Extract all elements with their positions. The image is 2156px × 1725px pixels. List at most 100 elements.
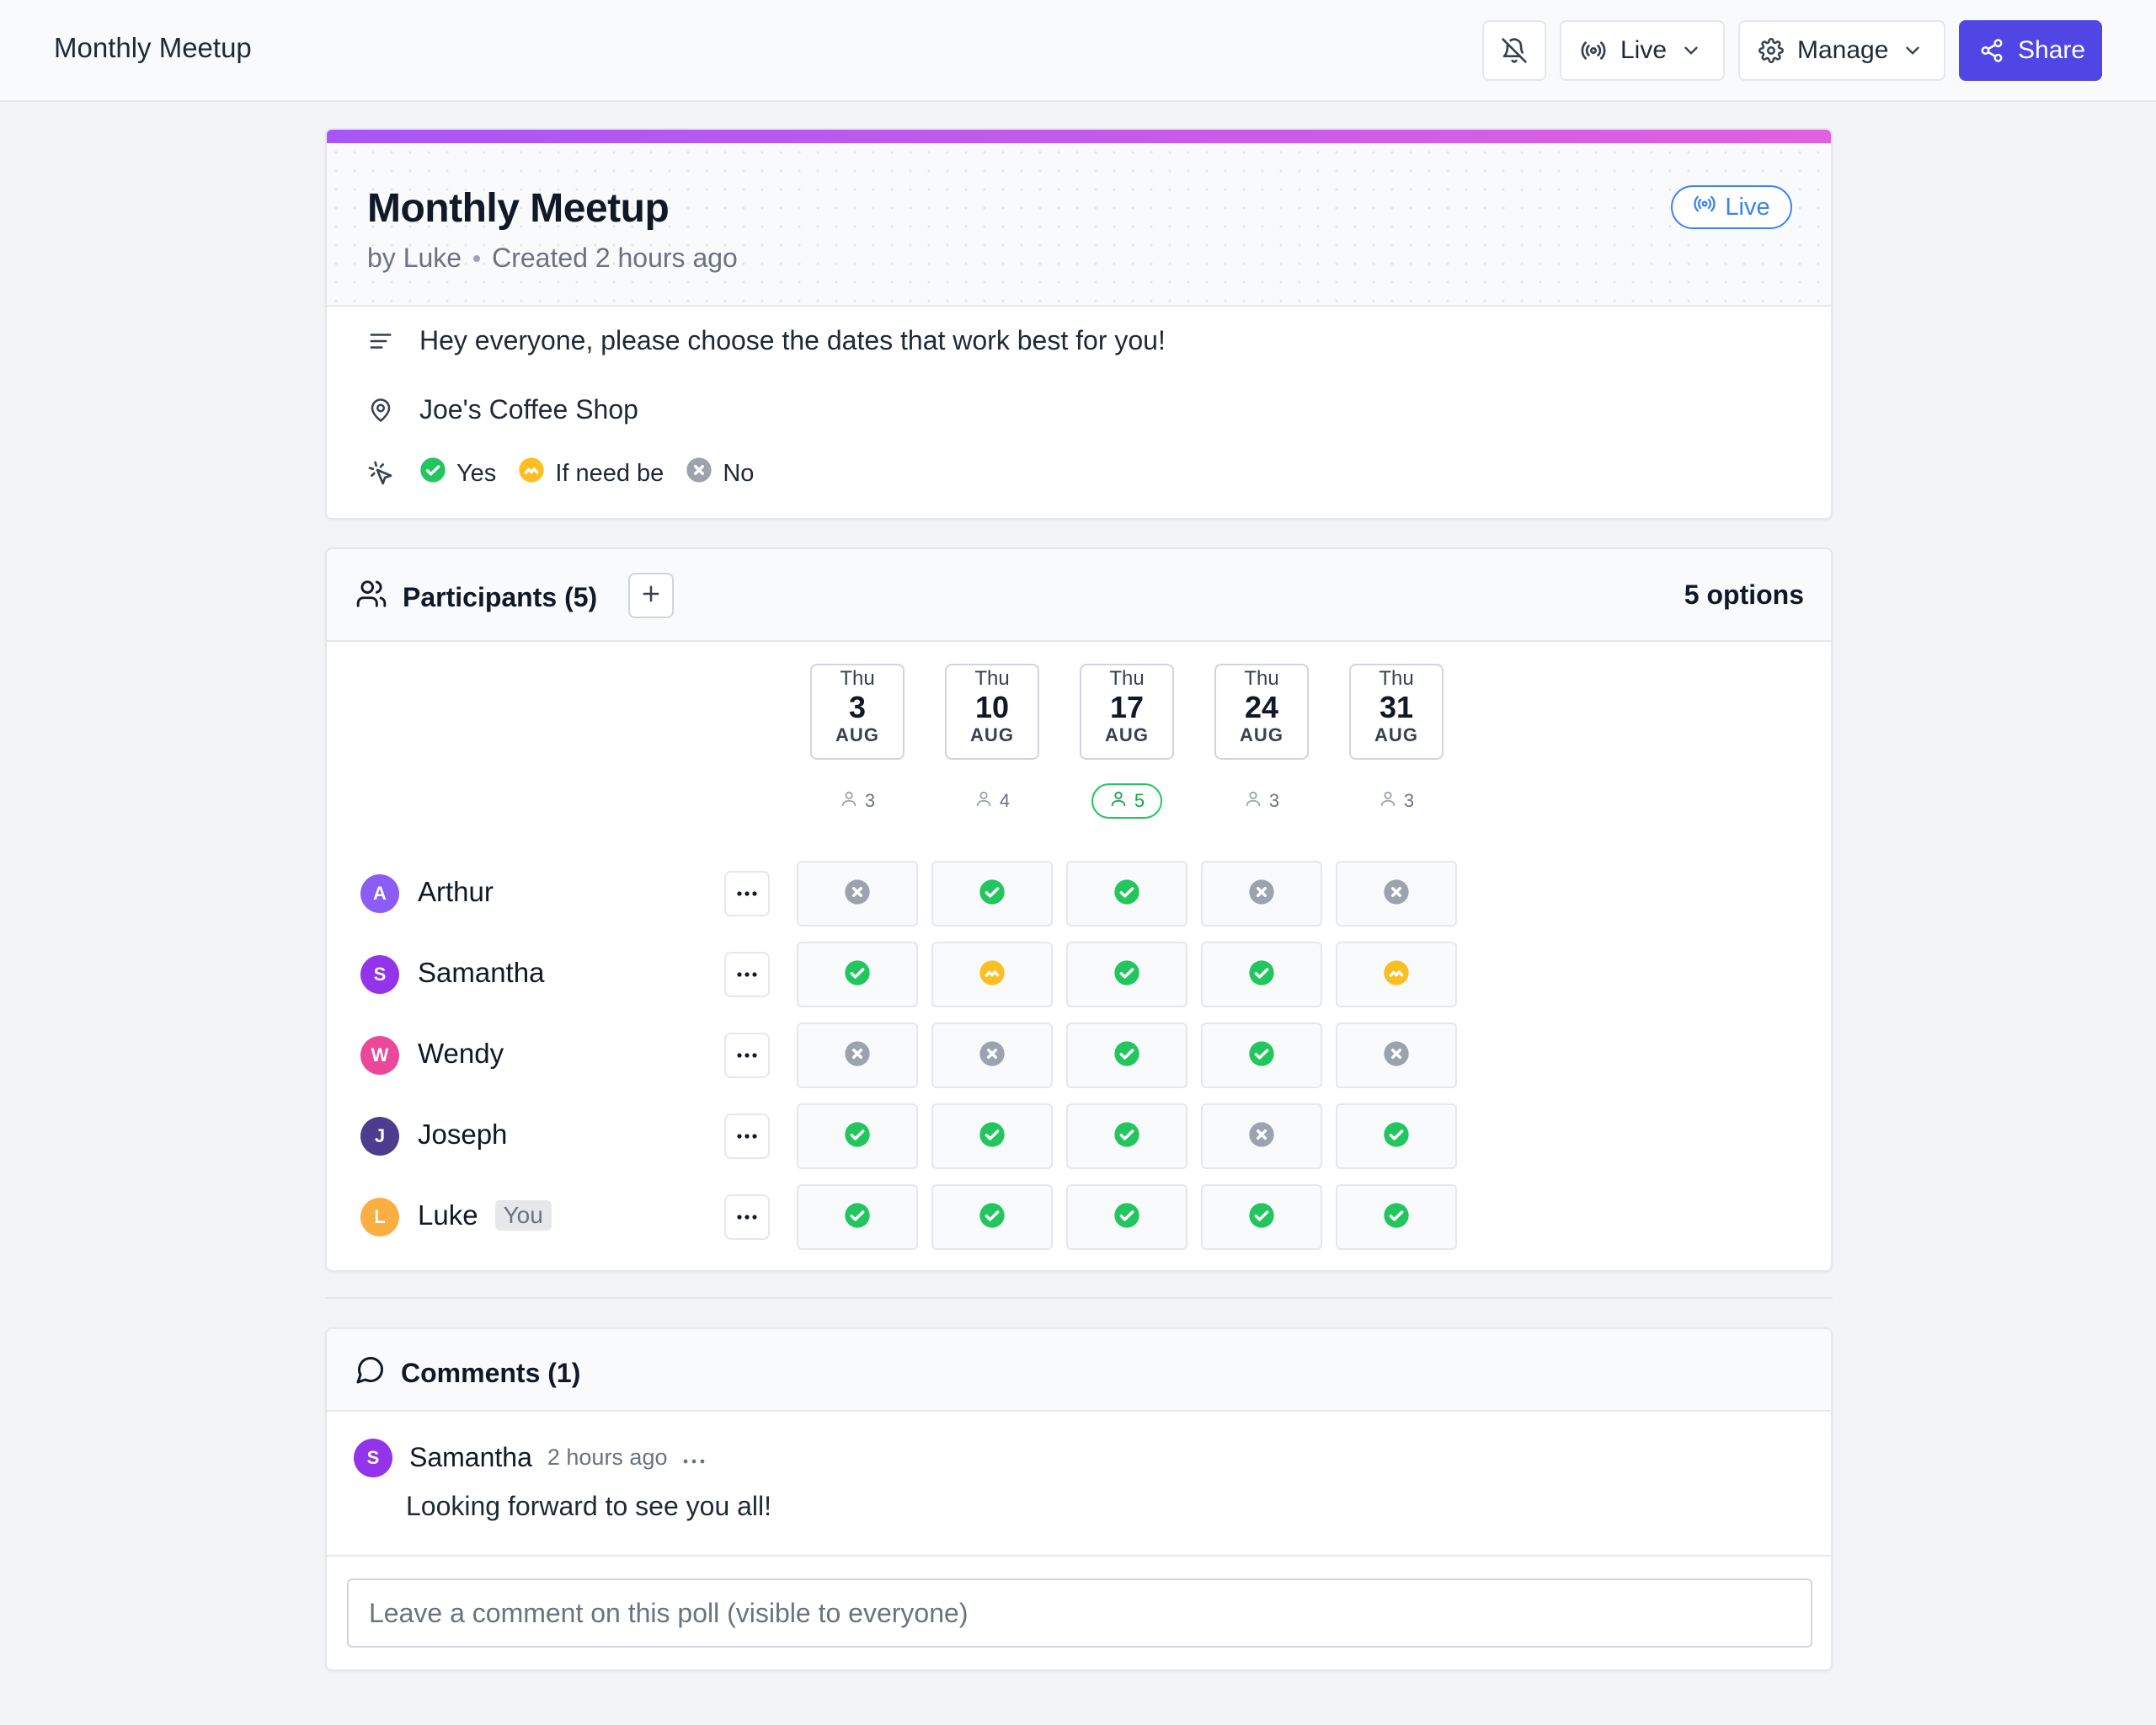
legend-no-label: No [723, 459, 755, 487]
poll-created: Created 2 hours ago [492, 243, 738, 273]
participant-row: J Joseph [327, 1102, 1831, 1169]
x-circle-icon [844, 879, 871, 910]
legend-ifneedbe: If need be [518, 457, 664, 490]
comment-author: Samantha [409, 1442, 532, 1472]
vote-cell-yes[interactable] [797, 942, 918, 1007]
message-circle-icon [355, 1354, 386, 1391]
comment-input[interactable] [347, 1578, 1812, 1648]
vote-cell-yes[interactable] [1336, 1103, 1457, 1169]
date-month: AUG [835, 724, 879, 745]
vote-cell-ifneedbe[interactable] [931, 942, 1053, 1007]
comments-title-label: Comments (1) [401, 1357, 581, 1388]
participant-menu-button[interactable] [724, 1033, 770, 1078]
vote-cell-ifneedbe[interactable] [1336, 942, 1457, 1007]
vote-cell-yes[interactable] [1066, 1023, 1187, 1088]
participant-name-wrap: Joseph [418, 1119, 507, 1151]
top-bar: Monthly Meetup Live Manage Share [0, 0, 2156, 102]
live-dropdown-button[interactable]: Live [1560, 20, 1725, 81]
poll-location: Joe's Coffee Shop [419, 394, 638, 425]
date-option: Thu 17 AUG [1080, 664, 1174, 760]
vote-cell-yes[interactable] [931, 1184, 1053, 1250]
check-circle-icon [844, 959, 871, 991]
participant-name-wrap: Wendy [418, 1038, 504, 1070]
live-status-badge: Live [1671, 185, 1792, 229]
vote-cell-no[interactable] [931, 1023, 1053, 1088]
check-circle-icon [844, 1202, 871, 1233]
legend-yes-label: Yes [456, 459, 497, 487]
date-weekday: Thu [1379, 667, 1414, 690]
more-horizontal-icon [736, 1210, 758, 1225]
participants-card: Participants (5) 5 options Thu 3 AUG 3 Thu 10… [325, 547, 1833, 1272]
participant-menu-button[interactable] [724, 952, 770, 997]
add-participant-button[interactable] [628, 573, 674, 618]
share-button[interactable]: Share [1959, 20, 2102, 81]
date-weekday: Thu [974, 667, 1010, 690]
vote-count: 3 [1268, 790, 1280, 811]
vote-count: 4 [999, 790, 1011, 811]
legend-no: No [686, 457, 754, 490]
notifications-button[interactable] [1482, 20, 1546, 81]
poll-location-row: Joe's Coffee Shop [366, 394, 638, 425]
vote-cell-no[interactable] [1201, 861, 1322, 927]
vote-cell-yes[interactable] [1201, 1023, 1322, 1088]
more-horizontal-icon [684, 1459, 705, 1463]
avatar: W [360, 1036, 399, 1075]
participants-title: Participants (5) [355, 578, 597, 617]
avatar: S [354, 1439, 392, 1477]
chevron-down-icon [1902, 40, 1924, 61]
participant-row: W Wendy [327, 1021, 1831, 1088]
vote-cell-yes[interactable] [1336, 1184, 1457, 1250]
poll-card: Monthly Meetup by Luke Created 2 hours a… [325, 128, 1833, 520]
vote-count: 3 [1403, 790, 1415, 811]
participant-row: A Arthur [327, 859, 1831, 927]
manage-dropdown-button[interactable]: Manage [1738, 20, 1945, 81]
date-month: AUG [970, 724, 1014, 745]
date-day: 31 [1379, 690, 1414, 724]
vote-cell-no[interactable] [1201, 1103, 1322, 1169]
participant-name-wrap: Samantha [418, 957, 544, 989]
check-circle-icon [1113, 879, 1140, 910]
legend-ifneedbe-label: If need be [555, 459, 664, 487]
date-weekday: Thu [840, 667, 875, 690]
vote-cell-no[interactable] [797, 1023, 918, 1088]
plus-icon [639, 582, 663, 610]
participant-menu-button[interactable] [724, 871, 770, 916]
vote-count-badge: 5 [1091, 783, 1162, 819]
comments-card: Comments (1) S Samantha 2 hours ago Look… [325, 1327, 1833, 1671]
vote-cell-yes[interactable] [1201, 942, 1322, 1007]
check-circle-icon [1248, 1202, 1275, 1233]
vote-cell-no[interactable] [1336, 861, 1457, 927]
user-icon [974, 789, 993, 813]
vote-cell-yes[interactable] [1066, 1103, 1187, 1169]
participant-menu-button[interactable] [724, 1114, 770, 1159]
share-label: Share [2018, 36, 2086, 64]
avatar: L [360, 1198, 399, 1236]
vote-cell-no[interactable] [797, 861, 918, 927]
vote-cell-yes[interactable] [797, 1184, 918, 1250]
vote-cell-no[interactable] [1336, 1023, 1457, 1088]
vote-cell-yes[interactable] [1066, 861, 1187, 927]
broadcast-icon [1693, 192, 1716, 222]
participant-name: Samantha [418, 957, 545, 988]
wave-circle-icon [1383, 959, 1410, 991]
participant-menu-button[interactable] [724, 1194, 770, 1240]
vote-cell-yes[interactable] [1201, 1184, 1322, 1250]
vote-cell-yes[interactable] [1066, 1184, 1187, 1250]
check-circle-icon [1248, 959, 1275, 991]
vote-cell-yes[interactable] [1066, 942, 1187, 1007]
check-circle-icon [979, 1121, 1006, 1152]
more-horizontal-icon [736, 967, 758, 982]
avatar: S [360, 955, 399, 994]
bell-off-icon [1501, 37, 1528, 64]
comment-more-button[interactable] [682, 1445, 706, 1471]
date-month: AUG [1374, 724, 1418, 745]
x-circle-icon [1383, 879, 1410, 910]
date-day: 24 [1244, 690, 1279, 724]
vote-count-badge: 3 [1226, 783, 1297, 819]
vote-cell-yes[interactable] [931, 861, 1053, 927]
date-day: 10 [974, 690, 1010, 724]
comment-time: 2 hours ago [547, 1445, 668, 1470]
vote-cell-yes[interactable] [931, 1103, 1053, 1169]
vote-count-badge: 3 [1361, 783, 1432, 819]
vote-cell-yes[interactable] [797, 1103, 918, 1169]
